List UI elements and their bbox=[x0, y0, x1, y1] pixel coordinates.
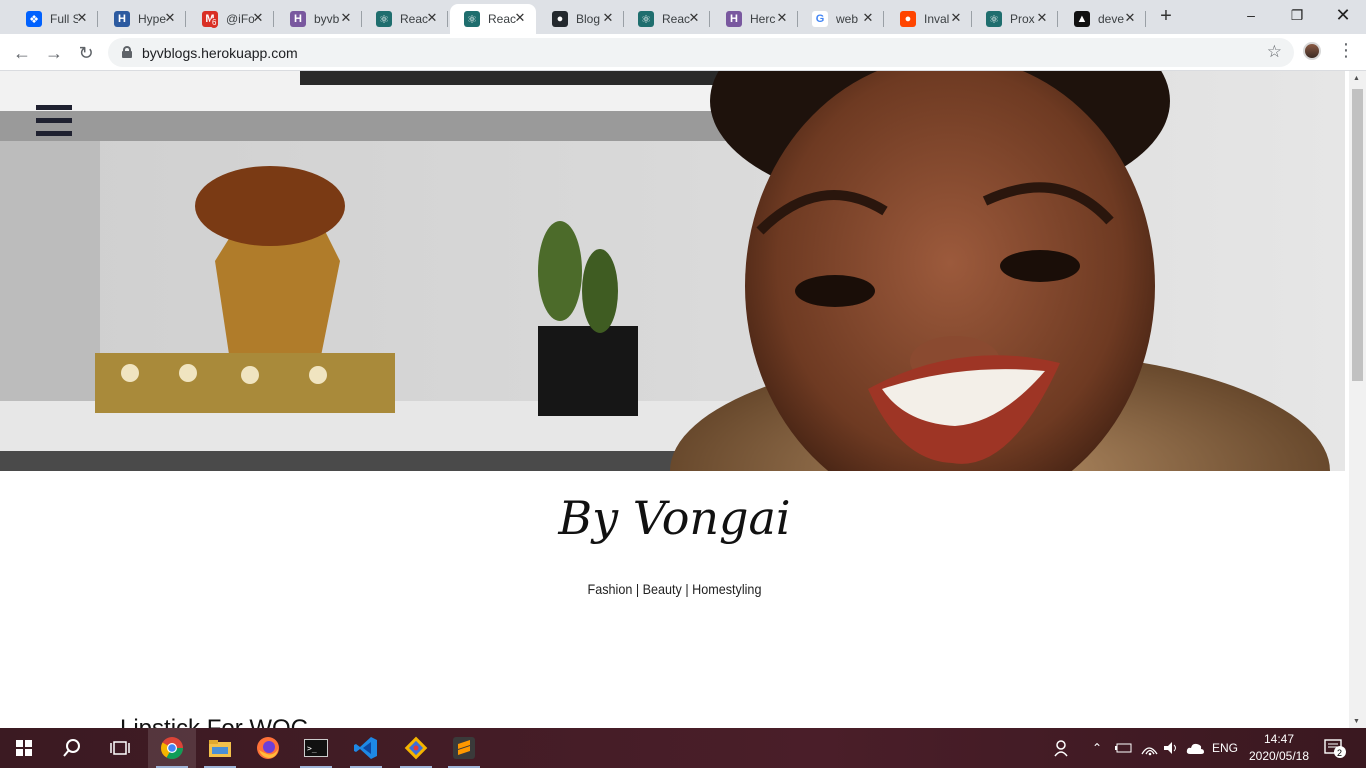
task-view-icon[interactable] bbox=[96, 728, 144, 768]
browser-tab[interactable]: ● Inval ✕ bbox=[886, 4, 972, 34]
scroll-down-icon[interactable]: ▼ bbox=[1353, 718, 1360, 725]
browser-tab[interactable]: ● Blog ✕ bbox=[538, 4, 624, 34]
google-icon: G bbox=[812, 11, 828, 27]
reddit-icon: ● bbox=[900, 11, 916, 27]
tab-separator bbox=[883, 11, 884, 27]
browser-tab[interactable]: ⚛ Prox ✕ bbox=[972, 4, 1058, 34]
chrome-menu-icon[interactable]: ⋮ bbox=[1337, 40, 1355, 62]
firefox-icon[interactable] bbox=[244, 728, 292, 768]
tab-close-icon[interactable]: ✕ bbox=[74, 10, 90, 26]
browser-tab[interactable]: H Hype ✕ bbox=[100, 4, 186, 34]
new-tab-button[interactable]: + bbox=[1155, 6, 1177, 28]
clock-time: 14:47 bbox=[1263, 732, 1295, 746]
page-scrollbar[interactable]: ▲ ▼ bbox=[1349, 71, 1366, 728]
tab-separator bbox=[1057, 11, 1058, 27]
git-icon[interactable] bbox=[392, 728, 440, 768]
people-icon[interactable] bbox=[1054, 728, 1072, 768]
tab-strip: ❖Full S✕HHype✕M@iFo✕6Hbyvb✕⚛Reac✕⚛Reac✕●… bbox=[0, 0, 1366, 34]
browser-tab[interactable]: M@iFo✕6 bbox=[188, 4, 274, 34]
post-title[interactable]: Lipstick For WOC bbox=[120, 715, 308, 728]
site-tagline: Fashion | Beauty | Homestyling bbox=[587, 581, 762, 597]
minimize-button[interactable]: – bbox=[1228, 0, 1274, 32]
browser-tab[interactable]: Hbyvb ✕ bbox=[276, 4, 362, 34]
tab-separator bbox=[273, 11, 274, 27]
browser-tab[interactable]: ❖ Full S ✕ bbox=[12, 4, 98, 34]
file-explorer-icon[interactable] bbox=[196, 728, 244, 768]
back-button[interactable]: ← bbox=[9, 40, 35, 66]
close-window-button[interactable]: ✕ bbox=[1320, 0, 1366, 32]
tab-separator bbox=[709, 11, 710, 27]
terminal-icon[interactable]: >_ bbox=[292, 728, 340, 768]
tab-close-icon[interactable]: ✕ bbox=[1034, 10, 1050, 26]
tab-close-icon[interactable]: ✕ bbox=[250, 10, 266, 26]
hamburger-menu-icon[interactable] bbox=[36, 105, 72, 137]
tab-separator bbox=[97, 11, 98, 27]
system-clock[interactable]: 14:47 2020/05/18 bbox=[1244, 731, 1314, 765]
battery-icon[interactable] bbox=[1115, 728, 1133, 768]
browser-tab[interactable]: ⚛ Reac ✕ bbox=[450, 4, 536, 34]
scroll-up-icon[interactable]: ▲ bbox=[1353, 75, 1360, 82]
react-icon: ⚛ bbox=[638, 11, 654, 27]
heroku-icon: H bbox=[726, 11, 742, 27]
onedrive-icon[interactable] bbox=[1186, 728, 1204, 768]
forward-button[interactable]: → bbox=[41, 40, 67, 66]
browser-toolbar: ← → ↻ byvblogs.herokuapp.com ☆ bbox=[0, 34, 1366, 71]
heroku-icon: H bbox=[290, 11, 306, 27]
tab-close-icon[interactable]: ✕ bbox=[424, 10, 440, 26]
dev-icon: ▲ bbox=[1074, 11, 1090, 27]
tab-close-icon[interactable]: ✕ bbox=[600, 10, 616, 26]
tray-chevron-icon[interactable]: ⌃ bbox=[1092, 728, 1102, 768]
dropbox-icon: ❖ bbox=[26, 11, 42, 27]
vscode-icon[interactable] bbox=[342, 728, 390, 768]
browser-tab[interactable]: ⚛ Reac ✕ bbox=[362, 4, 448, 34]
svg-text:>_: >_ bbox=[307, 744, 317, 753]
tab-close-icon[interactable]: ✕ bbox=[512, 10, 528, 26]
clock-date: 2020/05/18 bbox=[1248, 749, 1310, 763]
sublime-icon[interactable] bbox=[440, 728, 488, 768]
hero-image bbox=[0, 71, 1349, 471]
search-icon[interactable] bbox=[48, 728, 96, 768]
tab-close-icon[interactable]: ✕ bbox=[162, 10, 178, 26]
chrome-icon[interactable] bbox=[148, 728, 196, 768]
react-icon: ⚛ bbox=[464, 11, 480, 27]
tab-separator bbox=[185, 11, 186, 27]
browser-tab[interactable]: ▲ deve ✕ bbox=[1060, 4, 1146, 34]
bookmark-star-icon[interactable]: ☆ bbox=[1267, 42, 1282, 62]
site-brand[interactable]: By Vongai bbox=[0, 491, 1349, 545]
address-bar[interactable]: byvblogs.herokuapp.com ☆ bbox=[108, 38, 1294, 67]
lock-icon bbox=[122, 46, 132, 58]
hyper-icon: H bbox=[114, 11, 130, 27]
tab-separator bbox=[1145, 11, 1146, 27]
reload-button[interactable]: ↻ bbox=[73, 40, 99, 66]
tab-close-icon[interactable]: ✕ bbox=[338, 10, 354, 26]
react-icon: ⚛ bbox=[986, 11, 1002, 27]
tab-close-icon[interactable]: ✕ bbox=[860, 10, 876, 26]
language-indicator[interactable]: ENG bbox=[1212, 728, 1238, 768]
browser-window: ❖Full S✕HHype✕M@iFo✕6Hbyvb✕⚛Reac✕⚛Reac✕●… bbox=[0, 0, 1366, 768]
tab-close-icon[interactable]: ✕ bbox=[774, 10, 790, 26]
browser-tab[interactable]: Gweb ✕ bbox=[798, 4, 884, 34]
tab-close-icon[interactable]: ✕ bbox=[948, 10, 964, 26]
profile-avatar[interactable] bbox=[1303, 42, 1321, 60]
wifi-icon[interactable] bbox=[1140, 728, 1158, 768]
hero-photo bbox=[0, 71, 1349, 471]
browser-tab[interactable]: ⚛ Reac ✕ bbox=[624, 4, 710, 34]
react-icon: ⚛ bbox=[376, 11, 392, 27]
url-text: byvblogs.herokuapp.com bbox=[142, 45, 298, 61]
volume-icon[interactable] bbox=[1162, 728, 1180, 768]
action-center-icon[interactable]: 2 bbox=[1324, 728, 1346, 768]
tab-badge: 6 bbox=[210, 18, 219, 28]
notification-count: 2 bbox=[1337, 748, 1342, 758]
windows-start-icon[interactable] bbox=[0, 728, 48, 768]
github-icon: ● bbox=[552, 11, 568, 27]
tab-close-icon[interactable]: ✕ bbox=[1122, 10, 1138, 26]
windows-taskbar: >_ ⌃ ENG 14:47 2020/05/18 2 bbox=[0, 728, 1366, 768]
tab-close-icon[interactable]: ✕ bbox=[686, 10, 702, 26]
scrollbar-thumb[interactable] bbox=[1352, 89, 1363, 381]
restore-button[interactable]: ❐ bbox=[1274, 0, 1320, 32]
tab-separator bbox=[447, 11, 448, 27]
browser-tab[interactable]: H Herc ✕ bbox=[712, 4, 798, 34]
page-content: By Vongai Fashion | Beauty | Homestyling… bbox=[0, 71, 1349, 728]
